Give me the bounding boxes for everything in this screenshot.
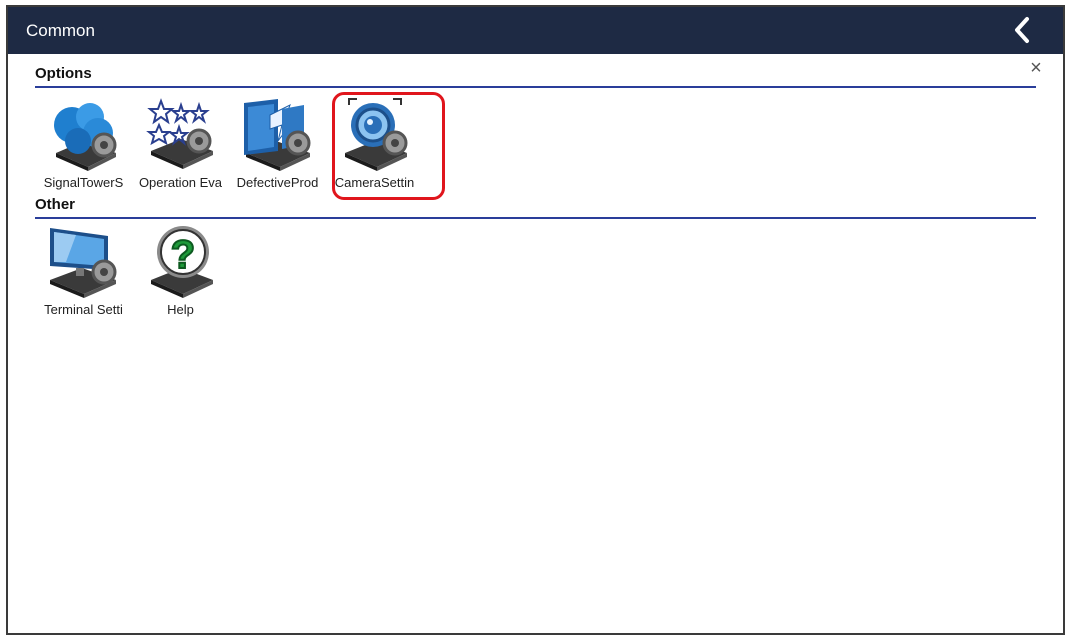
section-other: Other bbox=[35, 196, 1036, 219]
common-window: Common × Options SignalTowerS Operation … bbox=[6, 5, 1065, 635]
back-button[interactable] bbox=[1009, 15, 1037, 45]
terminal-settings-icon bbox=[36, 222, 132, 300]
item-label: SignalTowerS bbox=[43, 175, 124, 190]
item-label: Help bbox=[167, 302, 194, 317]
other-items: Terminal Setti ? Help bbox=[35, 222, 229, 317]
svg-text:?: ? bbox=[170, 233, 194, 277]
highlight-box bbox=[332, 92, 445, 200]
section-divider bbox=[35, 217, 1036, 219]
section-title-options: Options bbox=[35, 65, 92, 82]
section-divider bbox=[35, 86, 1036, 88]
item-terminal-settings[interactable]: Terminal Setti bbox=[35, 222, 132, 317]
title-bar: Common bbox=[8, 7, 1063, 54]
item-signal-tower-settings[interactable]: SignalTowerS bbox=[35, 95, 132, 190]
item-operation-evaluation[interactable]: Operation Eva bbox=[132, 95, 229, 190]
chevron-left-icon bbox=[1015, 17, 1029, 43]
item-label: Terminal Setti bbox=[44, 302, 123, 317]
item-help[interactable]: ? Help bbox=[132, 222, 229, 317]
window-title: Common bbox=[26, 21, 95, 40]
signal-tower-settings-icon bbox=[36, 95, 132, 173]
section-options: Options bbox=[35, 65, 1036, 88]
item-label: DefectiveProd bbox=[236, 175, 319, 190]
operation-evaluation-icon bbox=[133, 95, 229, 173]
help-icon: ? bbox=[133, 222, 229, 300]
defective-product-icon bbox=[230, 95, 326, 173]
item-label: Operation Eva bbox=[138, 175, 223, 190]
item-defective-product[interactable]: DefectiveProd bbox=[229, 95, 326, 190]
section-title-other: Other bbox=[35, 196, 76, 213]
